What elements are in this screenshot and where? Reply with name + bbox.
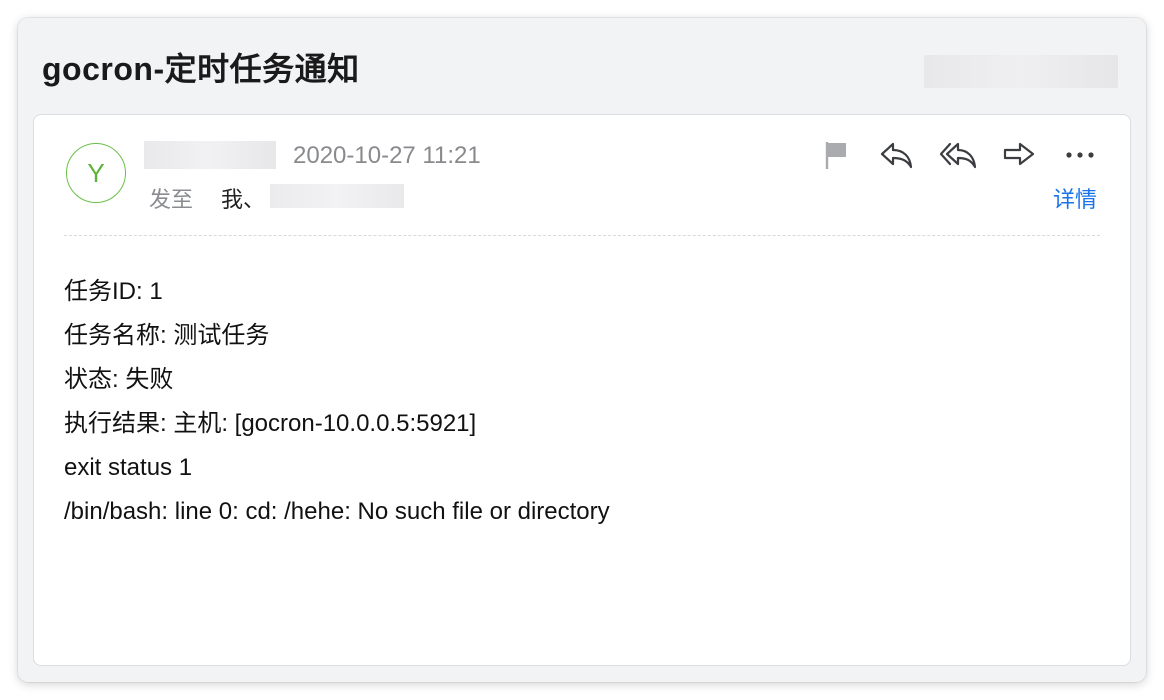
details-link[interactable]: 详情 (1053, 182, 1097, 214)
email-body: 任务ID: 1 任务名称: 测试任务 状态: 失败 执行结果: 主机: [goc… (64, 270, 610, 534)
body-line-error: /bin/bash: line 0: cd: /hehe: No such fi… (64, 498, 610, 525)
sender-avatar[interactable]: Y (66, 143, 126, 203)
reply-all-button[interactable] (938, 137, 978, 173)
avatar-letter: Y (87, 157, 105, 188)
redacted-block (924, 55, 1118, 88)
reply-icon (880, 142, 913, 169)
flag-button[interactable] (816, 137, 856, 173)
reply-button[interactable] (877, 137, 917, 173)
body-line-task-id: 任务ID: 1 (64, 278, 163, 305)
recipient-me[interactable]: 我、 (221, 182, 265, 214)
email-card: Y 2020-10-27 11:21 发至 我、 详情 任务ID: 1 任务名称… (33, 114, 1131, 666)
forward-icon (1003, 142, 1035, 166)
recipient-redacted (270, 184, 404, 208)
email-window: gocron-定时任务通知 Y 2020-10-27 11:21 发至 我、 详… (18, 18, 1146, 682)
email-subject: gocron-定时任务通知 (42, 51, 360, 87)
header-divider (64, 235, 1100, 236)
forward-button[interactable] (999, 137, 1039, 173)
body-line-result: 执行结果: 主机: [gocron-10.0.0.5:5921] (64, 410, 477, 437)
email-toolbar (816, 137, 1100, 173)
sender-name-redacted (144, 141, 276, 169)
more-icon (1066, 152, 1094, 158)
recipients-label: 发至 (149, 187, 194, 212)
flag-icon (825, 142, 846, 169)
body-line-exit-status: exit status 1 (64, 454, 193, 481)
more-button[interactable] (1060, 137, 1100, 173)
body-line-status: 状态: 失败 (64, 366, 174, 393)
reply-all-icon (939, 142, 977, 169)
body-line-task-name: 任务名称: 测试任务 (64, 322, 270, 349)
email-date: 2020-10-27 11:21 (293, 142, 481, 169)
